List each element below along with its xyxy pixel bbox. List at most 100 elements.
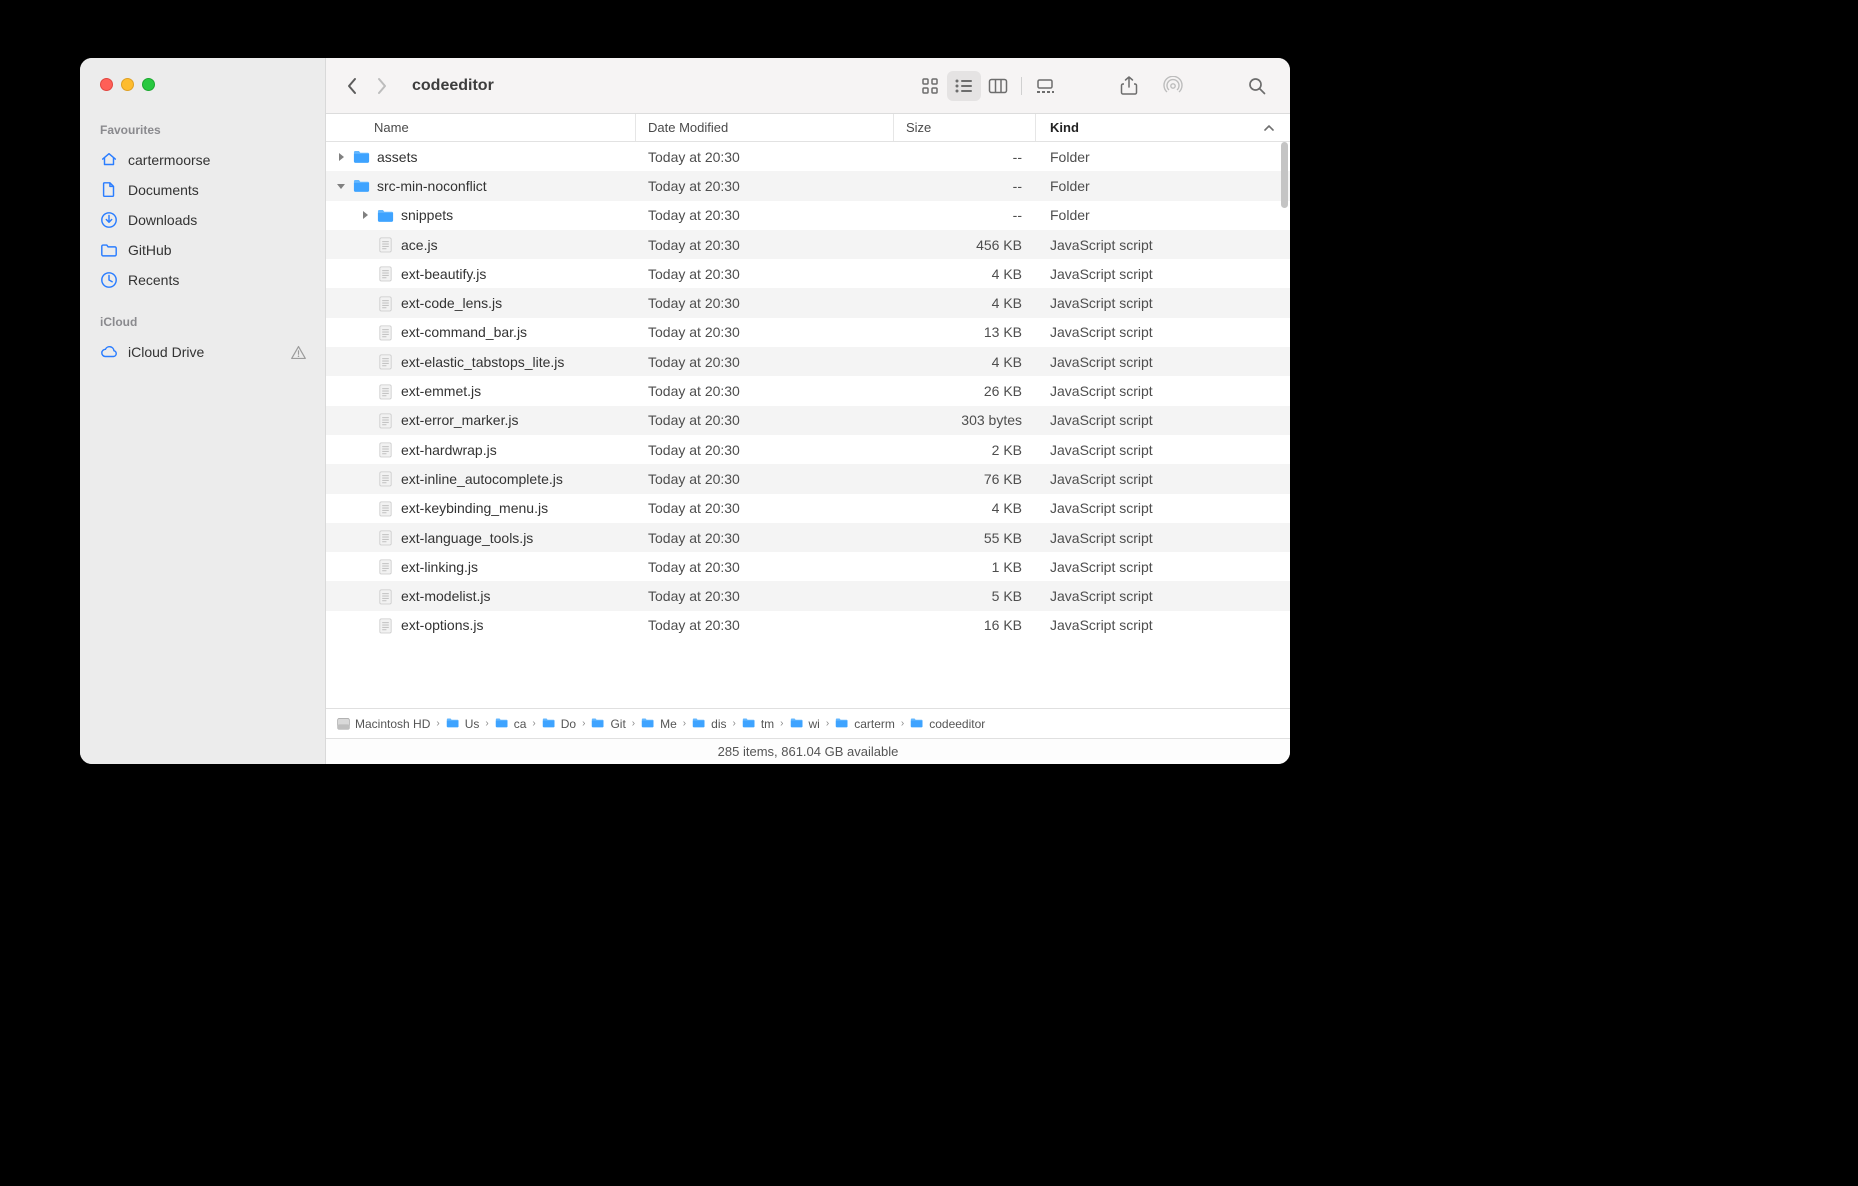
path-crumb[interactable]: Us <box>446 716 480 731</box>
file-list[interactable]: assets Today at 20:30 -- Folder src-min-… <box>326 142 1290 708</box>
minimize-window-button[interactable] <box>121 78 134 91</box>
file-icon <box>377 353 394 370</box>
icon-view-button[interactable] <box>913 71 947 101</box>
file-name: ext-hardwrap.js <box>401 442 497 458</box>
file-row[interactable]: ace.js Today at 20:30 456 KB JavaScript … <box>326 230 1290 259</box>
list-view-button[interactable] <box>947 71 981 101</box>
file-date: Today at 20:30 <box>636 530 894 546</box>
file-icon <box>377 383 394 400</box>
path-crumb[interactable]: dis <box>692 716 726 731</box>
file-row[interactable]: ext-beautify.js Today at 20:30 4 KB Java… <box>326 259 1290 288</box>
file-kind: JavaScript script <box>1036 442 1290 458</box>
file-row[interactable]: ext-options.js Today at 20:30 16 KB Java… <box>326 611 1290 640</box>
sidebar-item-label: Recents <box>128 272 179 288</box>
chevron-right-icon: › <box>901 718 904 729</box>
file-row[interactable]: ext-linking.js Today at 20:30 1 KB JavaS… <box>326 552 1290 581</box>
file-icon <box>377 558 394 575</box>
zoom-window-button[interactable] <box>142 78 155 91</box>
file-name: assets <box>377 149 417 165</box>
file-kind: Folder <box>1036 149 1290 165</box>
file-icon <box>377 324 394 341</box>
file-name: snippets <box>401 207 453 223</box>
scrollbar-thumb[interactable] <box>1281 142 1288 208</box>
path-crumb-label: Me <box>660 717 677 731</box>
path-crumb[interactable]: Do <box>542 716 576 731</box>
file-size: 1 KB <box>894 559 1036 575</box>
column-view-button[interactable] <box>981 71 1015 101</box>
share-button[interactable] <box>1112 71 1146 101</box>
disclosure-triangle-icon[interactable] <box>336 182 346 190</box>
column-header-name[interactable]: Name <box>326 114 636 141</box>
column-header-size[interactable]: Size <box>894 114 1036 141</box>
file-size: -- <box>894 149 1036 165</box>
path-crumb[interactable]: Git <box>591 716 625 731</box>
file-row[interactable]: ext-error_marker.js Today at 20:30 303 b… <box>326 406 1290 435</box>
path-crumb-label: ca <box>514 717 527 731</box>
file-size: 26 KB <box>894 383 1036 399</box>
file-date: Today at 20:30 <box>636 442 894 458</box>
file-row[interactable]: ext-inline_autocomplete.js Today at 20:3… <box>326 464 1290 493</box>
file-row[interactable]: ext-emmet.js Today at 20:30 26 KB JavaSc… <box>326 376 1290 405</box>
file-row[interactable]: ext-hardwrap.js Today at 20:30 2 KB Java… <box>326 435 1290 464</box>
close-window-button[interactable] <box>100 78 113 91</box>
file-kind: JavaScript script <box>1036 237 1290 253</box>
path-crumb[interactable]: wi <box>790 716 820 731</box>
path-crumb[interactable]: codeeditor <box>910 716 985 731</box>
path-crumb[interactable]: ca <box>495 716 527 731</box>
disclosure-triangle-icon[interactable] <box>360 210 370 220</box>
file-row[interactable]: ext-elastic_tabstops_lite.js Today at 20… <box>326 347 1290 376</box>
file-row[interactable]: src-min-noconflict Today at 20:30 -- Fol… <box>326 171 1290 200</box>
view-switcher <box>913 71 1062 101</box>
sidebar: FavouritescartermoorseDocumentsDownloads… <box>80 58 326 764</box>
chevron-right-icon: › <box>436 718 439 729</box>
file-kind: JavaScript script <box>1036 500 1290 516</box>
file-name: ext-elastic_tabstops_lite.js <box>401 354 564 370</box>
file-row[interactable]: ext-code_lens.js Today at 20:30 4 KB Jav… <box>326 288 1290 317</box>
file-size: 456 KB <box>894 237 1036 253</box>
file-row[interactable]: ext-keybinding_menu.js Today at 20:30 4 … <box>326 494 1290 523</box>
file-row[interactable]: snippets Today at 20:30 -- Folder <box>326 201 1290 230</box>
sidebar-item-recents[interactable]: Recents <box>80 265 325 295</box>
file-kind: JavaScript script <box>1036 559 1290 575</box>
file-name: ace.js <box>401 237 438 253</box>
file-icon <box>377 265 394 282</box>
file-date: Today at 20:30 <box>636 266 894 282</box>
path-crumb[interactable]: tm <box>742 716 774 731</box>
file-icon <box>377 412 394 429</box>
file-kind: Folder <box>1036 207 1290 223</box>
file-date: Today at 20:30 <box>636 237 894 253</box>
airdrop-button[interactable] <box>1156 71 1190 101</box>
sidebar-item-github[interactable]: GitHub <box>80 235 325 265</box>
path-crumb-label: Git <box>610 717 625 731</box>
file-row[interactable]: ext-command_bar.js Today at 20:30 13 KB … <box>326 318 1290 347</box>
path-crumb[interactable]: Macintosh HD <box>336 716 430 731</box>
sidebar-item-cartermoorse[interactable]: cartermoorse <box>80 145 325 175</box>
search-button[interactable] <box>1240 71 1274 101</box>
sidebar-item-documents[interactable]: Documents <box>80 175 325 205</box>
path-crumb[interactable]: Me <box>641 716 677 731</box>
folder-icon <box>446 716 461 731</box>
column-header-kind[interactable]: Kind <box>1036 114 1290 141</box>
file-size: 13 KB <box>894 324 1036 340</box>
forward-button[interactable] <box>372 76 392 96</box>
file-date: Today at 20:30 <box>636 471 894 487</box>
file-row[interactable]: ext-modelist.js Today at 20:30 5 KB Java… <box>326 581 1290 610</box>
file-kind: JavaScript script <box>1036 412 1290 428</box>
gallery-view-button[interactable] <box>1028 71 1062 101</box>
path-crumb-label: Do <box>561 717 576 731</box>
file-icon <box>377 588 394 605</box>
sidebar-item-downloads[interactable]: Downloads <box>80 205 325 235</box>
path-crumb[interactable]: carterm <box>835 716 895 731</box>
file-kind: JavaScript script <box>1036 266 1290 282</box>
column-header-date[interactable]: Date Modified <box>636 114 894 141</box>
disclosure-triangle-icon[interactable] <box>336 152 346 162</box>
file-kind: JavaScript script <box>1036 588 1290 604</box>
file-row[interactable]: assets Today at 20:30 -- Folder <box>326 142 1290 171</box>
sidebar-item-icloud-drive[interactable]: iCloud Drive <box>80 337 325 367</box>
sidebar-section-title: iCloud <box>80 309 325 337</box>
file-row[interactable]: ext-language_tools.js Today at 20:30 55 … <box>326 523 1290 552</box>
file-size: -- <box>894 207 1036 223</box>
back-button[interactable] <box>342 76 362 96</box>
path-crumb-label: codeeditor <box>929 717 985 731</box>
file-icon <box>377 529 394 546</box>
